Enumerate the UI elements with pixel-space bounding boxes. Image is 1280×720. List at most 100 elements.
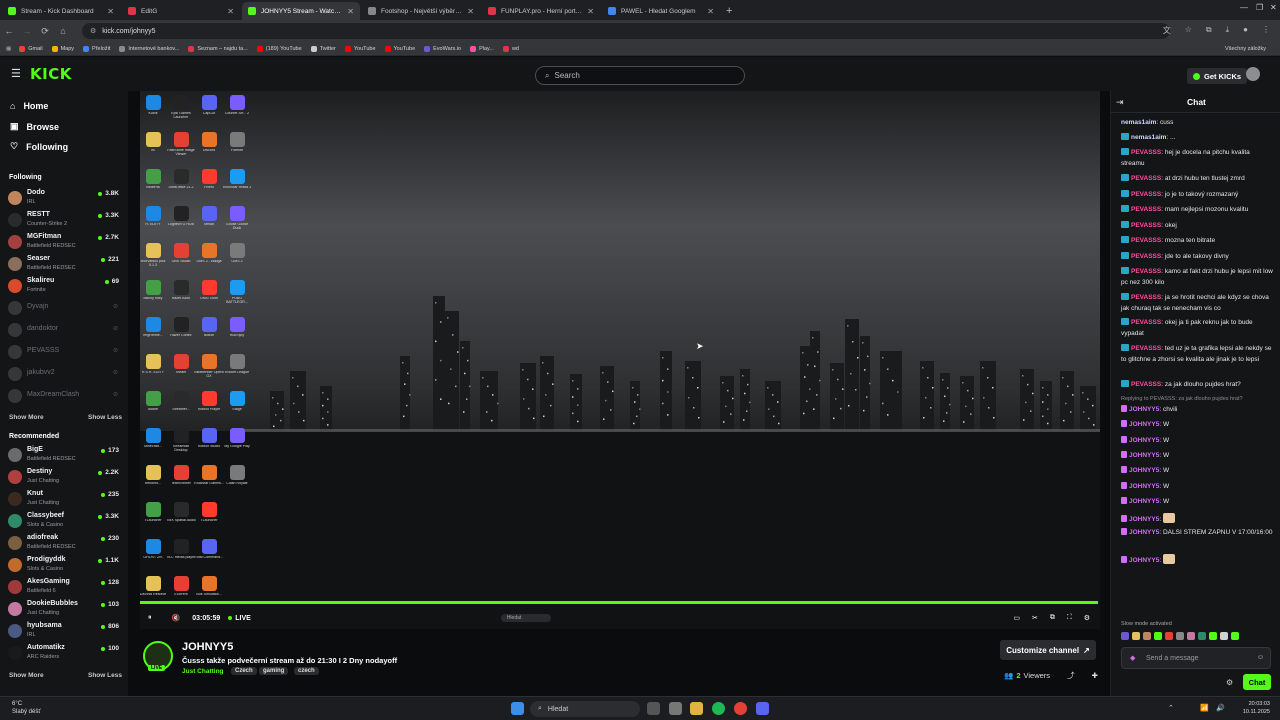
bookmark-item[interactable]: (189) YouTube <box>256 45 302 52</box>
home-icon[interactable]: ⌂ <box>54 26 72 36</box>
chat-username[interactable]: PEVASSS <box>1131 149 1161 156</box>
new-tab-button[interactable]: + <box>726 2 732 20</box>
emote-icon[interactable] <box>1121 632 1129 640</box>
search-input[interactable]: ⌕ Search <box>535 66 745 85</box>
customize-channel-button[interactable]: Customize channel ↗ <box>1000 640 1096 660</box>
chat-username[interactable]: JOHNYY5 <box>1129 421 1159 428</box>
close-tab-icon[interactable]: ✕ <box>467 7 474 16</box>
chat-username[interactable]: JOHNYY5 <box>1129 516 1159 523</box>
browser-tab[interactable]: Stream - Kick Dashboard ✕ <box>2 2 120 20</box>
collapse-chat-icon[interactable]: ⇥ <box>1116 97 1124 108</box>
browser-tab[interactable]: JOHNYY5 Stream - Watch Live ✕ <box>242 2 360 20</box>
user-avatar[interactable] <box>1246 67 1260 81</box>
settings-gear-icon[interactable]: ⚙ <box>1084 614 1090 622</box>
sidebar-channel[interactable]: Automatikz ARC Raiders 100 <box>8 642 122 664</box>
chat-username[interactable]: PEVASSS <box>1131 175 1161 182</box>
emote-icon[interactable] <box>1198 632 1206 640</box>
maximize-icon[interactable]: ❐ <box>1256 3 1263 12</box>
wifi-icon[interactable]: 📶 <box>1200 704 1209 712</box>
stream-category[interactable]: Just Chatting <box>182 668 224 675</box>
task-view-icon[interactable] <box>647 702 660 715</box>
chat-settings-icon[interactable]: ⚙ <box>1226 678 1233 687</box>
bookmark-item[interactable]: wd <box>502 45 519 52</box>
sidebar-channel[interactable]: DookieBubbles Just Chatting 103 <box>8 598 122 620</box>
apps-icon[interactable]: ▦ <box>6 46 11 52</box>
sidebar-channel[interactable]: dandoktor ⊘ <box>8 319 122 341</box>
sidebar-channel[interactable]: Skalireu Fortnite 69 <box>8 275 122 297</box>
emote-icon[interactable] <box>1143 632 1151 640</box>
chat-username[interactable]: JOHNYY5 <box>1129 498 1159 505</box>
tray-chevron-icon[interactable]: ⌃ <box>1168 704 1174 712</box>
emote-icon[interactable] <box>1220 632 1228 640</box>
chat-username[interactable]: PEVASSS <box>1131 319 1161 326</box>
forward-icon[interactable]: → <box>18 26 36 36</box>
chat-username[interactable]: JOHNYY5 <box>1129 557 1159 564</box>
show-less-recommended[interactable]: Show Less <box>88 672 122 679</box>
chat-username[interactable]: PEVASSS <box>1131 294 1161 301</box>
chat-username[interactable]: JOHNYY5 <box>1129 437 1159 444</box>
spotify-icon[interactable] <box>712 702 725 715</box>
follow-user-icon[interactable]: ✚ <box>1092 671 1098 680</box>
sidebar-channel[interactable]: adiofreak Battlefield REDSEC 230 <box>8 532 122 554</box>
emote-icon[interactable] <box>1165 632 1173 640</box>
bookmark-item[interactable]: Přeložit <box>83 45 110 52</box>
sidebar-channel[interactable]: hyubsama IRL 806 <box>8 620 122 642</box>
show-more-following[interactable]: Show More <box>9 414 44 421</box>
chat-username[interactable]: PEVASSS <box>1131 222 1161 229</box>
reload-icon[interactable]: ⟳ <box>36 26 54 37</box>
emote-icon[interactable] <box>1209 632 1217 640</box>
taskbar-clock[interactable]: 20:03:03 10.11.2025 <box>1243 701 1270 716</box>
chat-username[interactable]: nemas1aim <box>1121 119 1156 126</box>
chat-username[interactable]: JOHNYY5 <box>1129 529 1159 536</box>
back-icon[interactable]: ← <box>0 26 18 36</box>
tag-czech[interactable]: Czech <box>231 667 257 675</box>
bookmark-star-icon[interactable]: ☆ <box>1185 25 1192 36</box>
play-icon[interactable]: ⏸ <box>148 614 152 622</box>
volume-icon[interactable]: 🔊 <box>1216 704 1225 712</box>
discord-icon[interactable] <box>756 702 769 715</box>
sidebar-channel[interactable]: Classybeef Slots & Casino 3.3K <box>8 510 122 532</box>
start-icon[interactable] <box>511 702 524 715</box>
mute-icon[interactable]: 🔇 <box>172 614 181 622</box>
chat-username[interactable]: JOHNYY5 <box>1129 452 1159 459</box>
bookmark-item[interactable]: EvoWars.io <box>424 45 461 52</box>
chat-username[interactable]: PEVASSS <box>1131 268 1161 275</box>
bookmark-item[interactable]: Mapy <box>51 45 74 52</box>
translate-icon[interactable]: 文 <box>1163 25 1171 36</box>
show-less-following[interactable]: Show Less <box>88 414 122 421</box>
chat-username[interactable]: JOHNYY5 <box>1129 406 1159 413</box>
emoji-icon[interactable]: ☺ <box>1257 654 1264 661</box>
browser-tab[interactable]: Footshop - Největší výběr tenis... ✕ <box>362 2 480 20</box>
send-chat-button[interactable]: Chat <box>1243 674 1271 690</box>
chat-username[interactable]: PEVASSS <box>1131 206 1161 213</box>
theatre-mode-icon[interactable]: ▭ <box>1013 614 1020 622</box>
bookmark-item[interactable]: Gmail <box>19 45 43 52</box>
chat-username[interactable]: JOHNYY5 <box>1129 483 1159 490</box>
bookmark-item[interactable]: YouTube <box>384 45 415 52</box>
hamburger-menu-icon[interactable]: ☰ <box>11 67 21 80</box>
sidebar-channel[interactable]: jakubvv2 ⊘ <box>8 363 122 385</box>
address-bar[interactable]: ⚙ kick.com/johnyy5 <box>82 23 1170 39</box>
sidebar-channel[interactable]: BigE Battlefield REDSEC 173 <box>8 444 122 466</box>
sidebar-channel[interactable]: RESTT Counter-Strike 2 3.3K <box>8 209 122 231</box>
browser-tab[interactable]: PAWEL - Hledat Googlem ✕ <box>602 2 720 20</box>
tag-czech-lower[interactable]: czech <box>294 667 319 675</box>
taskbar-search[interactable]: ⌕ Hledat <box>530 701 640 717</box>
chat-input[interactable]: ◆ Send a message ☺ <box>1121 647 1271 669</box>
bookmark-item[interactable]: Internetové bankov... <box>119 45 179 52</box>
tag-gaming[interactable]: gaming <box>259 667 289 675</box>
bookmark-item[interactable]: Play... <box>470 45 494 52</box>
clip-icon[interactable]: ✂ <box>1032 614 1038 622</box>
sidebar-channel[interactable]: Dyvajn ⊘ <box>8 297 122 319</box>
channel-name[interactable]: JOHNYY5 <box>182 641 233 653</box>
emote-icon[interactable] <box>1154 632 1162 640</box>
obs-icon[interactable] <box>669 702 682 715</box>
get-kicks-button[interactable]: Get KICKs <box>1187 68 1248 84</box>
fullscreen-icon[interactable]: ⛶ <box>1067 614 1072 622</box>
site-info-icon[interactable]: ⚙ <box>90 27 96 35</box>
extensions-icon[interactable]: ⧉ <box>1206 25 1212 36</box>
download-icon[interactable]: ⤓ <box>1226 25 1230 36</box>
live-indicator[interactable]: LIVE <box>228 615 251 622</box>
profile-icon[interactable]: ● <box>1243 25 1248 36</box>
chat-username[interactable]: nemas1aim <box>1131 134 1166 141</box>
